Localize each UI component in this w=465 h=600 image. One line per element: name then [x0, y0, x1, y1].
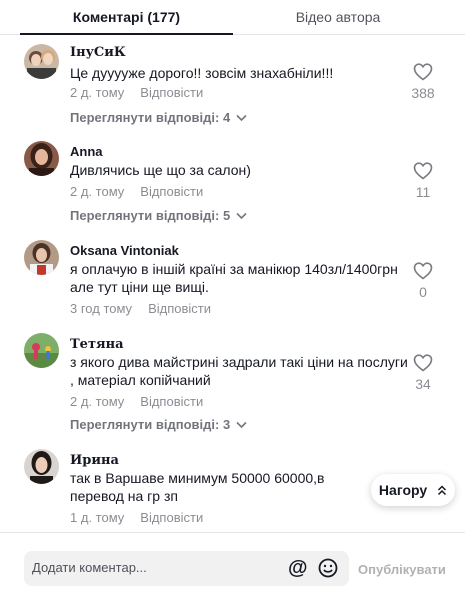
heart-outline-icon [413, 162, 433, 180]
tab-author-videos[interactable]: Відео автора [233, 0, 443, 35]
view-replies-label: Переглянути відповіді: 5 [70, 208, 231, 223]
like-count: 388 [411, 85, 435, 101]
comment-meta: 2 д. тому Відповісти [70, 394, 203, 409]
comment-text: так в Варшаве минимум 50000 60000,в пере… [70, 470, 325, 504]
reply-button[interactable]: Відповісти [140, 394, 203, 409]
tab-comments[interactable]: Коментарі (177) [20, 0, 233, 35]
view-replies-button[interactable]: Переглянути відповіді: 5 [70, 208, 247, 223]
chevron-down-icon [236, 113, 247, 125]
double-chevron-up-icon [437, 475, 447, 507]
scroll-to-top-button[interactable]: Нагору [371, 474, 455, 506]
like-button[interactable]: 34 [405, 354, 441, 392]
comment-meta: 2 д. тому Відповісти [70, 184, 203, 199]
comment-input-placeholder: Додати коментар... [32, 560, 147, 575]
comment-item: ІнуСиК Це дууууже дорого!! зовсім знахаб… [0, 35, 465, 130]
like-count: 0 [419, 284, 427, 300]
scroll-to-top-label: Нагору [378, 482, 428, 498]
view-replies-button[interactable]: Переглянути відповіді: 3 [70, 417, 247, 432]
view-replies-button[interactable]: Переглянути відповіді: 4 [70, 110, 247, 125]
comment-author[interactable]: Anna [70, 144, 103, 159]
reply-button[interactable]: Відповісти [140, 85, 203, 100]
avatar[interactable] [24, 449, 59, 484]
comment-meta: 2 д. тому Відповісти [70, 85, 203, 100]
avatar[interactable] [24, 240, 59, 275]
chevron-down-icon [236, 420, 247, 432]
avatar[interactable] [24, 44, 59, 79]
reply-button[interactable]: Відповісти [148, 301, 211, 316]
comment-author[interactable]: Ирина [70, 453, 119, 468]
like-count: 34 [415, 376, 431, 392]
comment-author[interactable]: ІнуСиК [70, 45, 126, 60]
comment-text: Дивлячись ще що за салон) [70, 162, 251, 178]
comment-timestamp: 2 д. тому [70, 184, 125, 199]
comment-author[interactable]: Тетяна [70, 337, 124, 352]
avatar[interactable] [24, 333, 59, 368]
like-button[interactable]: 388 [405, 63, 441, 101]
comment-meta: 3 год тому Відповісти [70, 301, 211, 316]
comment-timestamp: 2 д. тому [70, 394, 125, 409]
like-button[interactable]: 0 [405, 262, 441, 300]
comment-item: Тетяна з якого дива майстрині задрали та… [0, 326, 465, 432]
comment-meta: 1 д. тому Відповісти [70, 510, 203, 525]
comment-composer: Додати коментар... @ Опублікувати [0, 532, 465, 600]
comment-text: Це дууууже дорого!! зовсім знахабніли!!! [70, 65, 334, 81]
comment-timestamp: 1 д. тому [70, 510, 125, 525]
publish-button[interactable]: Опублікувати [358, 562, 446, 577]
comment-input[interactable]: Додати коментар... @ [24, 551, 349, 586]
comment-item: Oksana Vintoniak я оплачую в іншій країн… [0, 233, 465, 328]
like-button[interactable]: 11 [405, 162, 441, 200]
comment-timestamp: 3 год тому [70, 301, 133, 316]
view-replies-label: Переглянути відповіді: 3 [70, 417, 231, 432]
like-count: 11 [415, 184, 431, 200]
view-replies-label: Переглянути відповіді: 4 [70, 110, 231, 125]
comment-text: я оплачую в іншій країні за манікюр 140з… [70, 261, 398, 295]
avatar[interactable] [24, 141, 59, 176]
reply-button[interactable]: Відповісти [140, 184, 203, 199]
at-icon[interactable]: @ [288, 558, 308, 578]
heart-outline-icon [413, 354, 433, 372]
comment-timestamp: 2 д. тому [70, 85, 125, 100]
comment-author[interactable]: Oksana Vintoniak [70, 243, 179, 258]
comment-item: Anna Дивлячись ще що за салон) 2 д. тому… [0, 134, 465, 229]
reply-button[interactable]: Відповісти [140, 510, 203, 525]
heart-outline-icon [413, 262, 433, 280]
comment-text: з якого дива майстрині задрали такі ціни… [70, 354, 408, 388]
chevron-down-icon [236, 211, 247, 223]
smiley-icon[interactable] [318, 558, 338, 578]
comment-tabs: Коментарі (177) Відео автора [0, 0, 465, 35]
heart-outline-icon [413, 63, 433, 81]
